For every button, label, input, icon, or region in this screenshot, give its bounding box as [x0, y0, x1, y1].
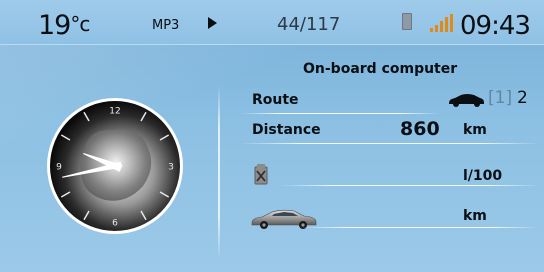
- divider-line: [240, 143, 540, 144]
- route-label: Route: [252, 92, 299, 108]
- display-screen: 19°c MP3 44/117 09:43 12 3 6 9 On-board …: [0, 0, 544, 272]
- analog-clock: 12 3 6 9: [47, 98, 183, 234]
- distance-unit: km: [463, 122, 487, 138]
- car-icon: [449, 94, 484, 107]
- status-bar: 19°c MP3 44/117 09:43: [0, 0, 544, 45]
- distance-label: Distance: [252, 122, 321, 138]
- phone-icon: [402, 13, 412, 30]
- route-selector-2[interactable]: 2: [517, 88, 528, 108]
- distance-value: 860: [400, 118, 440, 140]
- fuel-pump-icon: [254, 164, 268, 185]
- signal-strength-icon: [430, 14, 454, 32]
- divider-line: [240, 113, 440, 114]
- divider-line: [300, 227, 540, 228]
- panel-title: On-board computer: [303, 61, 458, 77]
- clock-numeral: 6: [112, 219, 118, 229]
- panel-divider: [218, 85, 220, 260]
- play-icon[interactable]: [208, 17, 217, 29]
- divider-line: [280, 185, 540, 186]
- route-selector-1[interactable]: [1]: [488, 88, 512, 108]
- temperature-unit: °c: [70, 12, 90, 36]
- audio-source[interactable]: MP3: [152, 18, 179, 33]
- clock-numeral: 3: [168, 163, 174, 173]
- clock-numeral: 12: [109, 107, 120, 117]
- consumption-unit: l/100: [463, 168, 503, 184]
- digital-clock: 09:43: [460, 11, 531, 41]
- track-counter: 44/117: [277, 14, 341, 35]
- range-unit: km: [463, 208, 487, 224]
- outside-temperature: 19°c: [38, 10, 90, 41]
- clock-numeral: 9: [56, 163, 62, 173]
